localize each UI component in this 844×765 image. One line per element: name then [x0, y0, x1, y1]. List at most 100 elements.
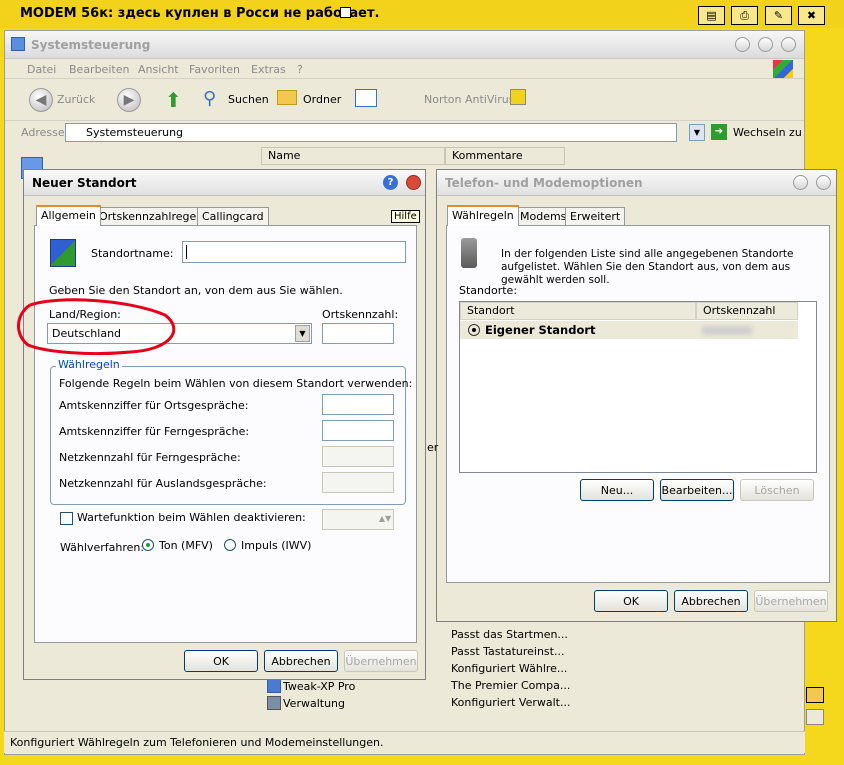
verwaltung-icon: [267, 696, 281, 710]
explorer-title: Systemsteuerung: [31, 38, 151, 52]
menu-datei[interactable]: Datei: [27, 63, 56, 76]
comment-startmenu[interactable]: Passt das Startmen...: [451, 628, 568, 641]
field-amt-fern-input[interactable]: [322, 420, 394, 441]
tweakxp-icon: [267, 679, 281, 693]
land-select[interactable]: Deutschland ▼: [47, 323, 312, 344]
waehlregeln-group-label: Wählregeln: [56, 358, 122, 371]
column-comments[interactable]: Kommentare: [445, 147, 565, 165]
standortname-input[interactable]: [182, 241, 406, 263]
wartefunktion-checkbox[interactable]: [60, 512, 73, 525]
search-icon[interactable]: ⚲: [203, 88, 216, 109]
address-dropdown[interactable]: ▼: [689, 124, 705, 141]
desktop-folder-icon[interactable]: [806, 687, 824, 703]
tab-callingcard[interactable]: Callingcard: [197, 207, 269, 226]
comment-verwaltung[interactable]: Konfiguriert Verwalt...: [451, 696, 571, 709]
ton-radio[interactable]: [142, 539, 154, 551]
go-label[interactable]: Wechseln zu: [733, 126, 802, 139]
field-amt-fern-label: Amtskennziffer für Ferngespräche:: [59, 425, 250, 438]
standort-radio[interactable]: [468, 324, 480, 336]
standorte-list: Standort Ortskennzahl Eigener Standort: [459, 301, 817, 473]
folders-label[interactable]: Ordner: [303, 93, 341, 106]
wartefunktion-select[interactable]: ▲▼: [322, 509, 394, 530]
tab-modems[interactable]: Modems: [515, 207, 572, 226]
print-icon[interactable]: ⎙: [731, 6, 758, 25]
help-tooltip: Hilfe: [391, 210, 420, 223]
back-label[interactable]: Zurück: [57, 93, 95, 106]
land-dropdown-arrow[interactable]: ▼: [295, 325, 310, 342]
menu-ansicht[interactable]: Ansicht: [138, 63, 179, 76]
wartefunktion-spin[interactable]: ▲▼: [378, 511, 392, 528]
forward-arrow-icon[interactable]: ▶: [117, 88, 141, 112]
standort-row[interactable]: Eigener Standort: [460, 321, 798, 339]
menu-bar: Datei Bearbeiten Ansicht Favoriten Extra…: [5, 59, 804, 79]
windows-logo-icon: [773, 60, 793, 78]
item-verwaltung[interactable]: Verwaltung: [283, 697, 345, 710]
close-button[interactable]: [781, 37, 796, 52]
waehlverfahren-label: Wählverfahren:: [60, 541, 145, 554]
land-label: Land/Region:: [49, 308, 121, 321]
tab-ortskennzahlregeln[interactable]: Ortskennzahlregeln: [94, 207, 212, 226]
menu-help[interactable]: ?: [297, 63, 303, 76]
minimize-button[interactable]: [735, 37, 750, 52]
norton-label[interactable]: Norton AntiVirus: [424, 93, 514, 106]
telefon-uebernehmen-button[interactable]: Übernehmen: [754, 590, 828, 612]
field-netz-fern-input[interactable]: [322, 446, 394, 467]
menu-favoriten[interactable]: Favoriten: [189, 63, 240, 76]
back-arrow-icon[interactable]: ◀: [29, 88, 53, 112]
maximize-button[interactable]: [758, 37, 773, 52]
uebernehmen-button[interactable]: Übernehmen: [344, 650, 418, 672]
telefon-help-button[interactable]: [793, 175, 808, 190]
ok-button[interactable]: OK: [184, 650, 258, 672]
go-arrow-icon[interactable]: ➔: [711, 124, 727, 140]
topic-checkbox[interactable]: [340, 7, 351, 18]
explorer-titlebar: Systemsteuerung: [5, 31, 804, 59]
loeschen-button[interactable]: Löschen: [740, 479, 814, 501]
list-fragment: er: [427, 441, 439, 454]
ortskennzahl-column[interactable]: Ortskennzahl: [696, 302, 798, 320]
menu-extras[interactable]: Extras: [251, 63, 286, 76]
column-name[interactable]: Name: [261, 147, 445, 165]
field-netz-ausland-input[interactable]: [322, 472, 394, 493]
standort-name: Eigener Standort: [485, 323, 596, 337]
phone-icon: [461, 238, 477, 268]
tab-allgemein[interactable]: Allgemein: [36, 205, 101, 226]
standort-column[interactable]: Standort: [460, 302, 696, 320]
address-input[interactable]: Systemsteuerung: [65, 123, 677, 142]
wartefunktion-label[interactable]: Wartefunktion beim Wählen deaktivieren:: [77, 511, 306, 524]
group-description: Folgende Regeln beim Wählen von diesem S…: [59, 377, 413, 390]
comment-tweakxp[interactable]: The Premier Compa...: [451, 679, 570, 692]
impuls-radio[interactable]: [224, 539, 236, 551]
address-bar: Adresse Systemsteuerung ▼ ➔ Wechseln zu: [5, 121, 804, 145]
views-icon[interactable]: [355, 89, 377, 107]
telefon-close-button[interactable]: [816, 175, 831, 190]
telefon-ok-button[interactable]: OK: [594, 590, 668, 612]
bearbeiten-button[interactable]: Bearbeiten...: [660, 479, 734, 501]
tab-waehlregeln[interactable]: Wählregeln: [447, 205, 519, 226]
info-text: In der folgenden Liste sind alle angegeb…: [501, 248, 794, 286]
help-icon[interactable]: ?: [383, 175, 398, 190]
delete-icon[interactable]: ✖: [798, 6, 825, 25]
forum-topbar: MODEM 56к: здесь куплен в Росси не работ…: [0, 0, 844, 28]
edit-icon[interactable]: ✎: [765, 6, 792, 25]
field-amt-orts-input[interactable]: [322, 394, 394, 415]
impuls-label[interactable]: Impuls (IWV): [241, 539, 311, 552]
note-icon[interactable]: ▤: [698, 6, 725, 25]
up-folder-icon[interactable]: ⬆: [165, 88, 182, 112]
comment-dialing[interactable]: Konfiguriert Wählre...: [451, 662, 567, 675]
neu-button[interactable]: Neu...: [580, 479, 654, 501]
menu-bearbeiten[interactable]: Bearbeiten: [69, 63, 129, 76]
folders-icon[interactable]: [277, 90, 297, 105]
telefon-abbrechen-button[interactable]: Abbrechen: [674, 590, 748, 612]
item-tweakxp[interactable]: Tweak-XP Pro: [283, 680, 355, 693]
land-value: Deutschland: [52, 327, 122, 340]
close-icon[interactable]: [406, 175, 421, 190]
comment-keyboard[interactable]: Passt Tastatureinst...: [451, 645, 564, 658]
norton-icon[interactable]: [510, 89, 526, 105]
abbrechen-button[interactable]: Abbrechen: [264, 650, 338, 672]
tab-erweitert[interactable]: Erweitert: [565, 207, 626, 226]
telefon-titlebar: Telefon- und Modemoptionen: [437, 170, 836, 196]
ton-label[interactable]: Ton (MFV): [159, 539, 213, 552]
desktop-doc-icon[interactable]: [806, 709, 824, 725]
ortskennzahl-input[interactable]: [322, 323, 394, 344]
search-label[interactable]: Suchen: [228, 93, 269, 106]
